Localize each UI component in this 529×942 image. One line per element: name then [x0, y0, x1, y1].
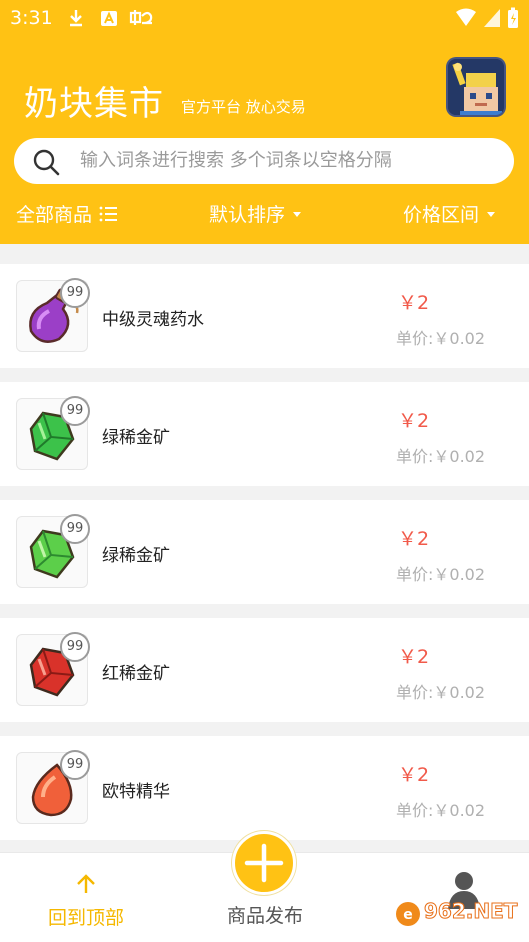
wifi-icon — [456, 8, 476, 26]
app-bug-icon — [129, 10, 153, 25]
caret-down-icon — [487, 211, 496, 217]
app-a-icon — [101, 11, 117, 26]
signal-icon — [484, 9, 500, 27]
quantity-badge: 99 — [60, 750, 90, 780]
product-card[interactable]: 99 欧特精华 ￥2 单价:￥0.02 — [0, 736, 529, 840]
filter-price-range[interactable]: 价格区间 — [403, 200, 497, 227]
product-card[interactable]: 99 绿稀金矿 ￥2 单价:￥0.02 — [0, 500, 529, 604]
game-character-icon — [448, 59, 504, 115]
filter-price-label: 价格区间 — [403, 204, 480, 226]
product-card[interactable]: 99 红稀金矿 ￥2 单价:￥0.02 — [0, 618, 529, 722]
app-subtitle: 官方平台 放心交易 — [181, 98, 306, 116]
download-icon — [70, 10, 82, 27]
app-title: 奶块集市 — [24, 84, 164, 124]
user-avatar[interactable] — [446, 57, 506, 117]
product-name: 中级灵魂药水 — [102, 310, 204, 330]
publish-label: 商品发布 — [226, 905, 303, 927]
battery-icon — [508, 7, 518, 28]
search-icon — [33, 149, 60, 176]
filter-all-products[interactable]: 全部商品 — [16, 200, 118, 227]
product-name: 绿稀金矿 — [102, 546, 170, 566]
product-name: 欧特精华 — [102, 782, 170, 802]
product-unit-price: 单价:￥0.02 — [396, 447, 486, 466]
status-bar: 3:31 — [0, 0, 529, 36]
plus-icon — [244, 843, 284, 883]
arrow-up-icon — [77, 874, 95, 893]
filter-bar: 全部商品 默认排序 价格区间 — [0, 200, 529, 234]
product-unit-price: 单价:￥0.02 — [396, 683, 486, 702]
watermark-logo: e 962.NET 乐游网 — [396, 899, 518, 937]
svg-text:e: e — [403, 907, 413, 923]
product-price: ￥2 — [398, 528, 430, 550]
quantity-badge: 99 — [60, 514, 90, 544]
product-name: 红稀金矿 — [102, 664, 170, 684]
status-time: 3:31 — [10, 7, 53, 29]
product-unit-price: 单价:￥0.02 — [396, 801, 486, 820]
product-card[interactable]: 99 中级灵魂药水 ￥2 单价:￥0.02 — [0, 264, 529, 368]
product-unit-price: 单价:￥0.02 — [396, 565, 486, 584]
quantity-badge: 99 — [60, 278, 90, 308]
watermark-text: 962.NET — [424, 899, 518, 923]
product-price: ￥2 — [398, 410, 430, 432]
status-right-icons — [455, 7, 519, 29]
search-bar[interactable] — [14, 138, 514, 184]
watermark-sub: 乐游网 — [424, 923, 460, 936]
list-icon — [99, 206, 118, 221]
quantity-badge: 99 — [60, 632, 90, 662]
product-price: ￥2 — [398, 292, 430, 314]
product-price: ￥2 — [398, 646, 430, 668]
filter-all-label: 全部商品 — [16, 204, 93, 226]
product-unit-price: 单价:￥0.02 — [396, 329, 486, 348]
back-to-top-button[interactable]: 回到顶部 — [40, 873, 132, 930]
search-input[interactable] — [80, 138, 500, 184]
product-price: ￥2 — [398, 764, 430, 786]
quantity-badge: 99 — [60, 396, 90, 426]
filter-sort-label: 默认排序 — [209, 204, 286, 226]
publish-plus-button[interactable] — [232, 831, 296, 895]
product-name: 绿稀金矿 — [102, 428, 170, 448]
product-card[interactable]: 99 绿稀金矿 ￥2 单价:￥0.02 — [0, 382, 529, 486]
filter-default-sort[interactable]: 默认排序 — [209, 200, 303, 227]
back-to-top-label: 回到顶部 — [47, 907, 124, 929]
site-watermark: e 962.NET 乐游网 — [394, 888, 526, 937]
caret-down-icon — [293, 211, 302, 217]
